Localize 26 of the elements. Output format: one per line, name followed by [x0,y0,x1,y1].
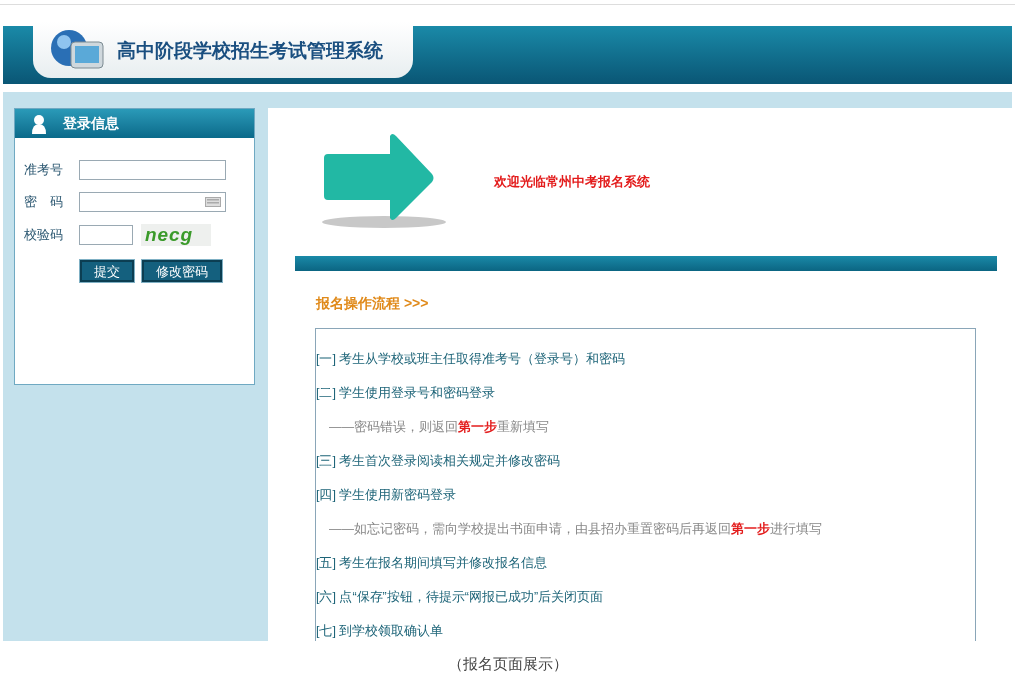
system-title: 高中阶段学校招生考试管理系统 [117,37,383,63]
welcome-text: 欢迎光临常州中考报名系统 [494,173,650,192]
panel-title: 登录信息 [63,114,119,133]
field-label: 校验码 [24,226,64,245]
process-title: 报名操作流程 >>> [316,294,430,313]
field-label: 密 码 [24,193,64,212]
user-icon [31,113,47,134]
input-field[interactable] [79,160,226,180]
step-note: ——密码错误，则返回第一步重新填写 [328,419,550,436]
captcha-image: necg [141,224,211,246]
step-note: ——如忘记密码，需向学校提出书面申请，由县招办重置密码后再返回第一步进行填写 [328,521,823,538]
password-field[interactable] [79,192,226,212]
step-text: [四] 学生使用新密码登录 [316,487,458,504]
step-text: [三] 考生首次登录阅读相关规定并修改密码 [316,453,562,470]
change-password-button[interactable]: 修改密码 [142,260,222,282]
input-field[interactable] [79,225,133,245]
globe-monitor-icon [49,28,105,72]
step-text: [六] 点“保存”按钮，待提示“网报已成功”后关闭页面 [316,589,605,606]
step-text: [七] 到学校领取确认单 [316,623,445,640]
step-text: [二] 学生使用登录号和密码登录 [316,385,497,402]
keyboard-icon[interactable] [205,197,221,207]
submit-button[interactable]: 提交 [80,260,134,282]
page-caption: （报名页面展示） [447,653,568,674]
step-text: [五] 考生在报名期间填写并修改报名信息 [316,555,549,572]
step-text: [一] 考生从学校或班主任取得准考号（登录号）和密码 [316,351,627,368]
field-label: 准考号 [24,161,64,180]
